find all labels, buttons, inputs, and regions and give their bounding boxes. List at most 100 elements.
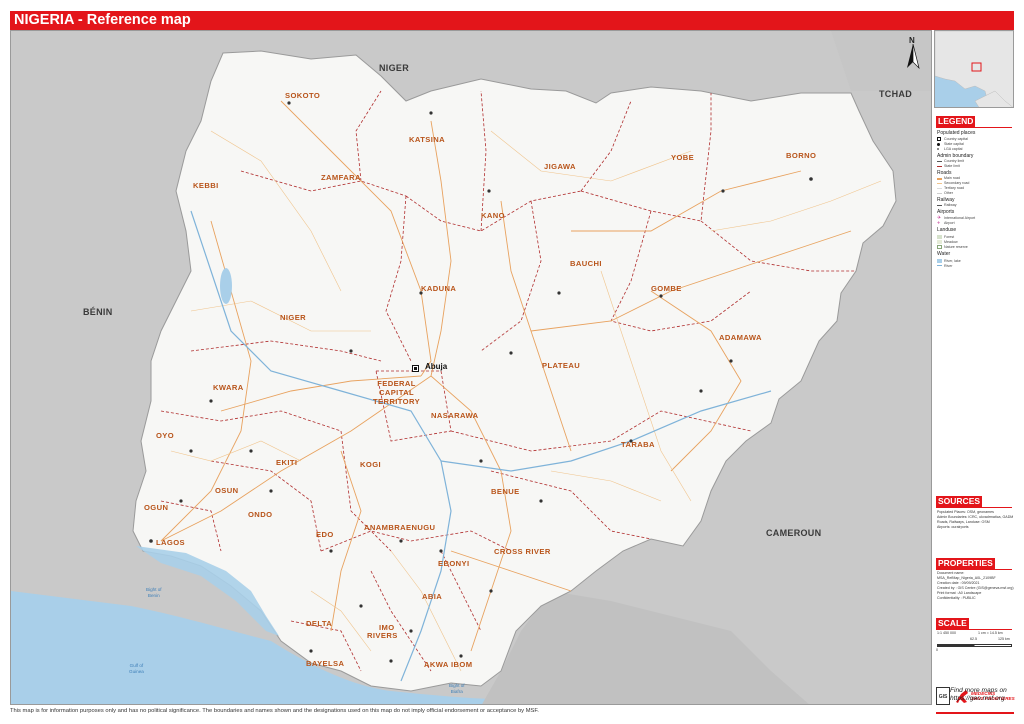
state-label-zamfara: ZAMFARA: [321, 173, 361, 182]
legend-item: Forest: [944, 235, 955, 239]
legend-item: Meadow: [944, 240, 958, 244]
source-line: Populated Places: OSM, geonames: [937, 510, 994, 514]
state-label-borno: BORNO: [786, 151, 817, 160]
map-canvas[interactable]: [11, 31, 932, 705]
legend-item: Airport: [944, 221, 955, 225]
state-label-bayelsa: BAYELSA: [306, 659, 345, 668]
state-label-akwa-ibom: AKWA IBOM: [424, 660, 473, 669]
capital-label-abuja: Abuja: [425, 362, 448, 371]
state-label-gombe: GOMBE: [651, 284, 682, 293]
railway-symbol: [937, 205, 942, 206]
legend-rule: [936, 127, 1012, 128]
state-label-bauchi: BAUCHI: [570, 259, 602, 268]
north-arrow: N: [905, 36, 921, 70]
state-label-kebbi: KEBBI: [193, 181, 219, 190]
lake-symbol: [937, 259, 942, 263]
source-line: Admin Boundaries: ICRC, ukvadrmatica, GA…: [937, 515, 1014, 519]
legend-item: International Airport: [944, 216, 976, 220]
lga-capital-symbol: [937, 148, 939, 150]
country-limit-symbol: [937, 161, 942, 162]
legend-item: Country limit: [944, 159, 964, 163]
state-label-nasarawa: NASARAWA: [431, 411, 479, 420]
state-label-anambra: ANAMBRA: [364, 523, 407, 532]
state-label-ondo: ONDO: [248, 510, 273, 519]
north-arrow-icon: [907, 44, 920, 70]
sources-rule: [936, 507, 1012, 508]
meadow-symbol: [937, 240, 942, 244]
state-label-sokoto: SOKOTO: [285, 91, 321, 100]
legend-item: Railway: [944, 203, 957, 207]
source-line: Roads, Railways, Landuse: OSM: [937, 520, 990, 524]
property-line: MSA_RefMap_Nigeria_A0L_2109BF: [937, 576, 996, 580]
property-line: Creation date : 09/09/2021: [937, 581, 980, 585]
state-label-plateau: PLATEAU: [542, 361, 581, 370]
inset-map-canvas: [935, 31, 1013, 107]
scale-equivalence: 1 cm = 14.5 km: [978, 631, 1003, 635]
legend-item: Tertiary road: [944, 186, 964, 190]
forest-symbol: [937, 235, 942, 239]
state-label-fct: FEDERAL CAPITAL TERRITORY: [373, 379, 421, 406]
state-label-taraba: TARABA: [621, 440, 655, 449]
legend-item: LGA capital: [944, 147, 963, 151]
state-label-enugu: ENUGU: [406, 523, 436, 532]
state-label-niger: NIGER: [280, 313, 307, 322]
water-label-bight-of-biafra: Bight of Biafra: [449, 683, 465, 694]
properties-heading: PROPERTIES: [936, 558, 995, 569]
state-label-delta: DELTA: [306, 619, 333, 628]
state-label-kogi: KOGI: [360, 460, 382, 469]
map-title: NIGERIA - Reference map: [14, 12, 191, 28]
state-label-katsina: KATSINA: [409, 135, 445, 144]
legend-item: Country capital: [944, 137, 968, 141]
airport-icon: ✈: [937, 220, 941, 225]
state-label-osun: OSUN: [215, 486, 239, 495]
water-label-bight-of-benin: Bight of Benin: [146, 587, 162, 598]
footer-red-rule: [936, 712, 1014, 714]
state-label-edo: EDO: [316, 530, 334, 539]
country-label-tchad: TCHAD: [879, 89, 912, 99]
state-label-adamawa: ADAMAWA: [719, 333, 762, 342]
state-label-jigawa: JIGAWA: [544, 162, 576, 171]
property-line: Print format : A0 Landscape: [937, 591, 982, 595]
state-capital-symbol: [937, 143, 940, 146]
state-label-cross-river: CROSS RIVER: [494, 547, 551, 556]
property-line: Confidentiality : PUBLIC: [937, 596, 976, 600]
scale-ratio: 1:1 450 000: [937, 631, 956, 635]
state-label-benue: BENUE: [491, 487, 520, 496]
gis-logo: GIS: [936, 687, 950, 705]
state-label-abia: ABIA: [422, 592, 443, 601]
tertiary-road-symbol: [937, 188, 942, 189]
other-road-symbol: [937, 193, 942, 194]
main-road-symbol: [937, 178, 942, 180]
legend-item: Main road: [944, 176, 960, 180]
scale-bar: [937, 644, 1012, 647]
legend-group-landuse: Landuse: [937, 227, 957, 233]
state-label-lagos: LAGOS: [156, 538, 186, 547]
country-label-niger: NIGER: [379, 63, 410, 73]
property-line: Created by : GIS Centre (GIS@geneva.msf.…: [937, 586, 1014, 590]
scale-start-label: 0: [936, 648, 938, 652]
source-line: Airports: ourairports: [937, 525, 969, 529]
map-frame[interactable]: NIGER TCHAD BÉNIN CAMEROUN SOKOTO KATSIN…: [10, 30, 932, 705]
find-more-maps-link[interactable]: Find more maps on https://geo.msf.org: [950, 687, 1007, 703]
legend-group-water: Water: [937, 251, 951, 257]
sources-heading: SOURCES: [936, 496, 983, 507]
legend-heading: LEGEND: [936, 116, 976, 127]
scale-rule: [936, 629, 1012, 630]
scale-mid-label: 62.5: [970, 637, 977, 641]
legend-group-populated: Populated places: [937, 130, 976, 136]
legend-item: Secondary road: [944, 181, 970, 185]
country-label-cameroun: CAMEROUN: [766, 528, 822, 538]
state-label-kwara: KWARA: [213, 383, 244, 392]
title-bar: NIGERIA - Reference map: [10, 11, 1014, 30]
state-label-kaduna: KADUNA: [421, 284, 457, 293]
legend-item: Other: [944, 191, 953, 195]
legend-item: River, lake: [944, 259, 961, 263]
state-label-ekiti: EKITI: [276, 458, 298, 467]
kainji-lake: [220, 268, 232, 304]
secondary-road-symbol: [937, 183, 942, 184]
inset-locator-map[interactable]: [934, 30, 1014, 108]
river-symbol: [937, 265, 942, 266]
legend-item: State limit: [944, 164, 960, 168]
property-line: Document name:: [937, 571, 965, 575]
nature-reserve-symbol: [937, 245, 942, 249]
